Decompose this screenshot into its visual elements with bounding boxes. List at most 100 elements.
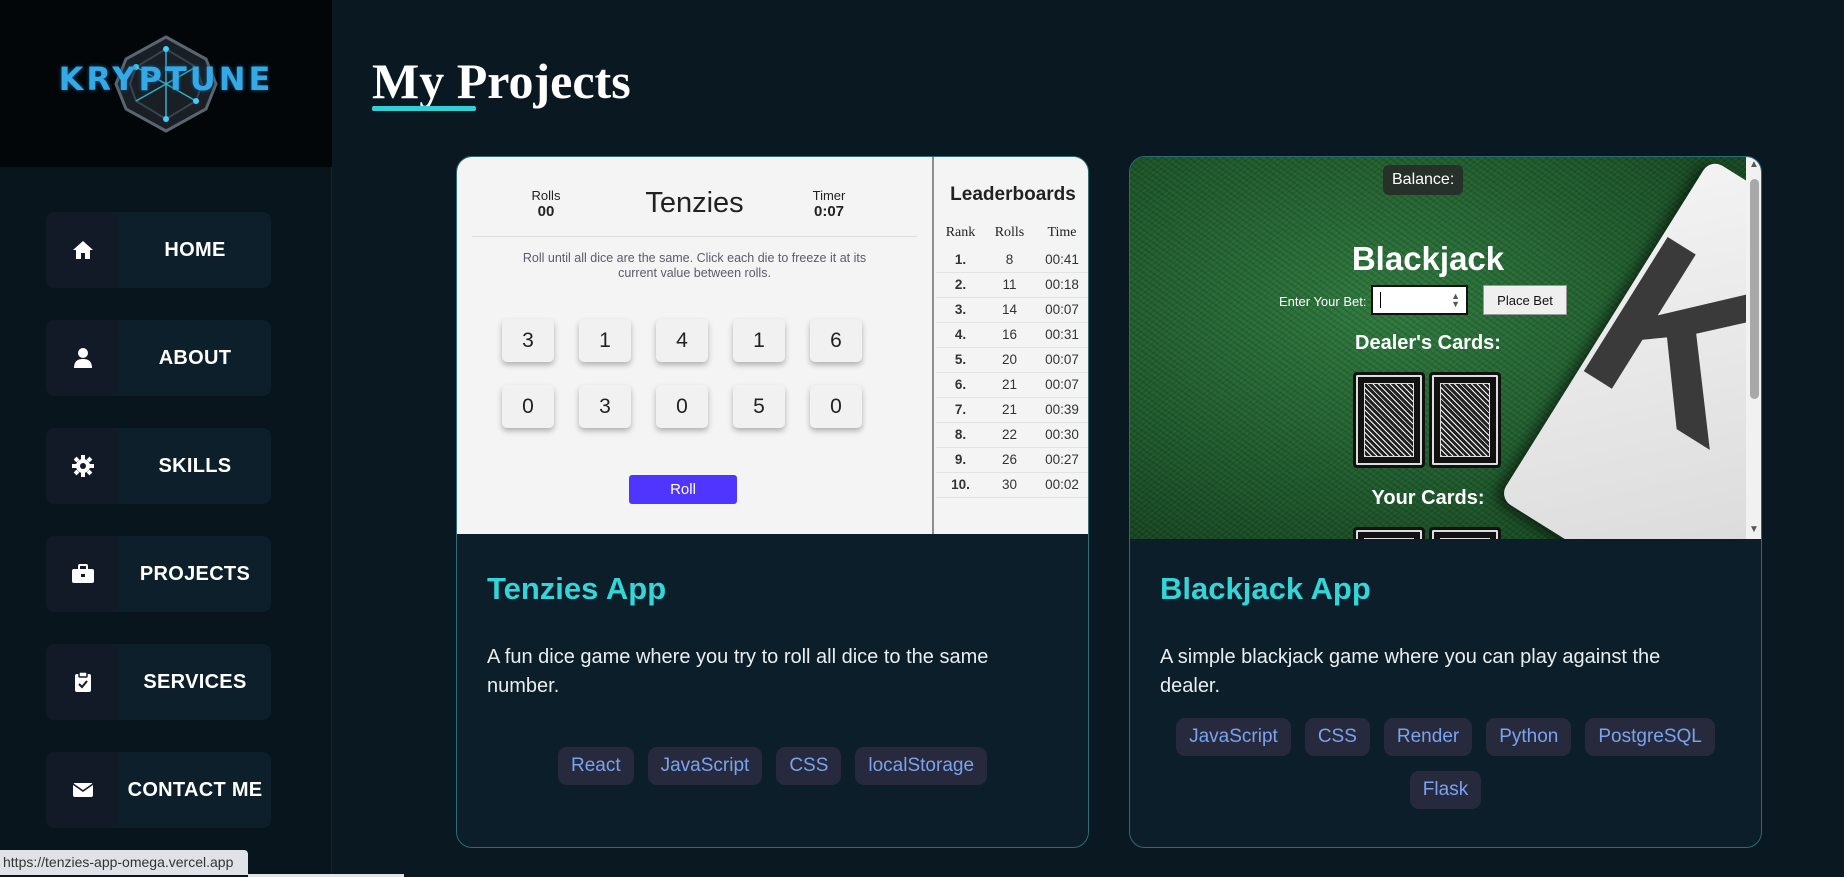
balance-label: Balance: (1383, 165, 1464, 195)
tag-list: JavaScript CSS Render Python PostgreSQL … (1160, 718, 1731, 809)
die[interactable]: 0 (656, 385, 708, 428)
die[interactable]: 5 (733, 385, 785, 428)
die[interactable]: 0 (810, 385, 862, 428)
blackjack-preview[interactable]: K Balance: Blackjack Enter Your Bet: ▲ ▼ … (1130, 157, 1761, 539)
rank-cell: 9. (936, 447, 985, 473)
preview-scrollbar[interactable]: ▲ ▼ (1746, 157, 1761, 539)
rolls-cell: 14 (984, 297, 1034, 323)
rank-cell: 5. (936, 347, 985, 373)
tech-tag: Python (1486, 718, 1572, 756)
tech-tag: Flask (1409, 771, 1482, 809)
nav-projects[interactable]: PROJECTS (46, 536, 271, 612)
rank-cell: 3. (936, 297, 985, 323)
bet-label: Enter Your Bet: (1279, 294, 1367, 309)
time-cell: 00:39 (1033, 397, 1088, 423)
timer-label: Timer (812, 188, 846, 203)
tech-tag: React (557, 747, 634, 785)
leaderboard-row: 5. 20 00:07 (936, 347, 1088, 373)
timer-stat: Timer 0:07 (804, 188, 854, 220)
roll-button[interactable]: Roll (629, 475, 737, 504)
leaderboard-table: Rank Rolls Time 1. 8 00:41 2. 11 00:18 3. 14 00:… (936, 225, 1088, 498)
project-description: A simple blackjack game where you can pl… (1160, 646, 1661, 697)
die[interactable]: 1 (579, 319, 631, 362)
project-title: Tenzies App (487, 571, 667, 606)
project-card-tenzies[interactable]: Rolls 0 0 Tenzies Timer 0:07 Roll until a… (456, 156, 1089, 848)
tech-tag: localStorage (855, 747, 988, 785)
die[interactable]: 1 (733, 319, 785, 362)
rank-cell: 8. (936, 422, 985, 448)
nav-home-label: HOME (164, 238, 226, 261)
die[interactable]: 6 (810, 319, 862, 362)
rolls-cell: 22 (984, 422, 1034, 448)
die[interactable]: 3 (502, 319, 554, 362)
die[interactable]: 4 (656, 319, 708, 362)
place-bet-button[interactable]: Place Bet (1483, 285, 1567, 315)
nav-about-label: ABOUT (158, 346, 232, 369)
text-caret (1380, 292, 1381, 308)
blackjack-title: Blackjack (1351, 240, 1505, 277)
project-card-blackjack[interactable]: K Balance: Blackjack Enter Your Bet: ▲ ▼ … (1129, 156, 1762, 848)
logo[interactable]: KRYPTUNE (0, 0, 332, 167)
leaderboard-title: Leaderboards (950, 184, 1076, 205)
tech-tag: PostgreSQL (1585, 718, 1715, 756)
nav-projects-label: PROJECTS (139, 562, 251, 585)
nav-services[interactable]: SERVICES (46, 644, 271, 720)
leaderboard-row: 10. 30 00:02 (936, 472, 1088, 498)
die[interactable]: 0 (502, 385, 554, 428)
leaderboard-row: 3. 14 00:07 (936, 297, 1088, 323)
rank-cell: 10. (936, 472, 985, 498)
tenzies-game: Rolls 00 Tenzies Timer 0:07 Roll until a… (457, 157, 932, 534)
leaderboard-row: 8. 22 00:30 (936, 422, 1088, 448)
sidebar: KRYPTUNE HOME ABOUT SKILLS PROJECTS SERV… (0, 0, 332, 877)
divider (472, 236, 917, 237)
scrollbar-thumb[interactable] (1750, 179, 1759, 399)
status-bar-url: https://tenzies-app-omega.vercel.app (0, 850, 248, 875)
rolls-cell: 26 (984, 447, 1034, 473)
rolls-cell: 8 (984, 247, 1034, 273)
time-cell: 00:18 (1033, 272, 1088, 298)
tag-list: React JavaScript CSS localStorage (487, 747, 1058, 785)
tenzies-title: Tenzies (645, 187, 744, 219)
die[interactable]: 3 (579, 385, 631, 428)
nav-contact[interactable]: CONTACT ME (46, 752, 271, 828)
rank-cell: 6. (936, 372, 985, 398)
card-back (1353, 372, 1425, 468)
leaderboard-row: 2. 11 00:18 (936, 272, 1088, 298)
nav-home[interactable]: HOME (46, 212, 271, 288)
rank-cell: 7. (936, 397, 985, 423)
leaderboard-row: 1. 8 00:41 (936, 247, 1088, 273)
timer-value: 0:07 (813, 203, 845, 220)
rolls-cell: 30 (984, 472, 1034, 498)
time-cell: 00:07 (1033, 347, 1088, 373)
rolls-cell: 11 (984, 272, 1034, 298)
time-cell: 00:02 (1033, 472, 1088, 498)
your-cards-label: Your Cards: (1371, 487, 1485, 509)
dealer-cards-label: Dealer's Cards: (1355, 332, 1501, 354)
column-header: Time (1047, 225, 1077, 240)
rank-cell: 4. (936, 322, 985, 348)
card-back (1429, 527, 1501, 539)
bet-input[interactable]: ▲ ▼ (1371, 285, 1468, 315)
clipboard-icon (46, 644, 119, 720)
tech-tag: CSS (1304, 718, 1370, 756)
time-cell: 00:41 (1033, 247, 1088, 273)
scroll-up-arrow-icon[interactable]: ▲ (1749, 159, 1759, 170)
nav-skills[interactable]: SKILLS (46, 428, 271, 504)
tenzies-preview[interactable]: Rolls 0 0 Tenzies Timer 0:07 Roll until a… (457, 157, 1088, 534)
nav-services-label: SERVICES (143, 670, 247, 693)
nav-skills-label: SKILLS (158, 454, 232, 477)
gear-icon (46, 428, 119, 504)
rolls-cell: 20 (984, 347, 1034, 373)
spinner-icon[interactable]: ▲ ▼ (1451, 292, 1460, 309)
leaderboard-row: 6. 21 00:07 (936, 372, 1088, 398)
briefcase-icon (46, 536, 119, 612)
scroll-down-arrow-icon[interactable]: ▼ (1749, 524, 1759, 535)
nav-about[interactable]: ABOUT (46, 320, 271, 396)
rank-cell: 1. (936, 247, 985, 273)
tech-tag: JavaScript (647, 747, 763, 785)
rolls-cell: 21 (984, 372, 1034, 398)
time-cell: 00:30 (1033, 422, 1088, 448)
leaderboard-row: 7. 21 00:39 (936, 397, 1088, 423)
leaderboard-row: 9. 26 00:27 (936, 447, 1088, 473)
leaderboard-row: 4. 16 00:31 (936, 322, 1088, 348)
